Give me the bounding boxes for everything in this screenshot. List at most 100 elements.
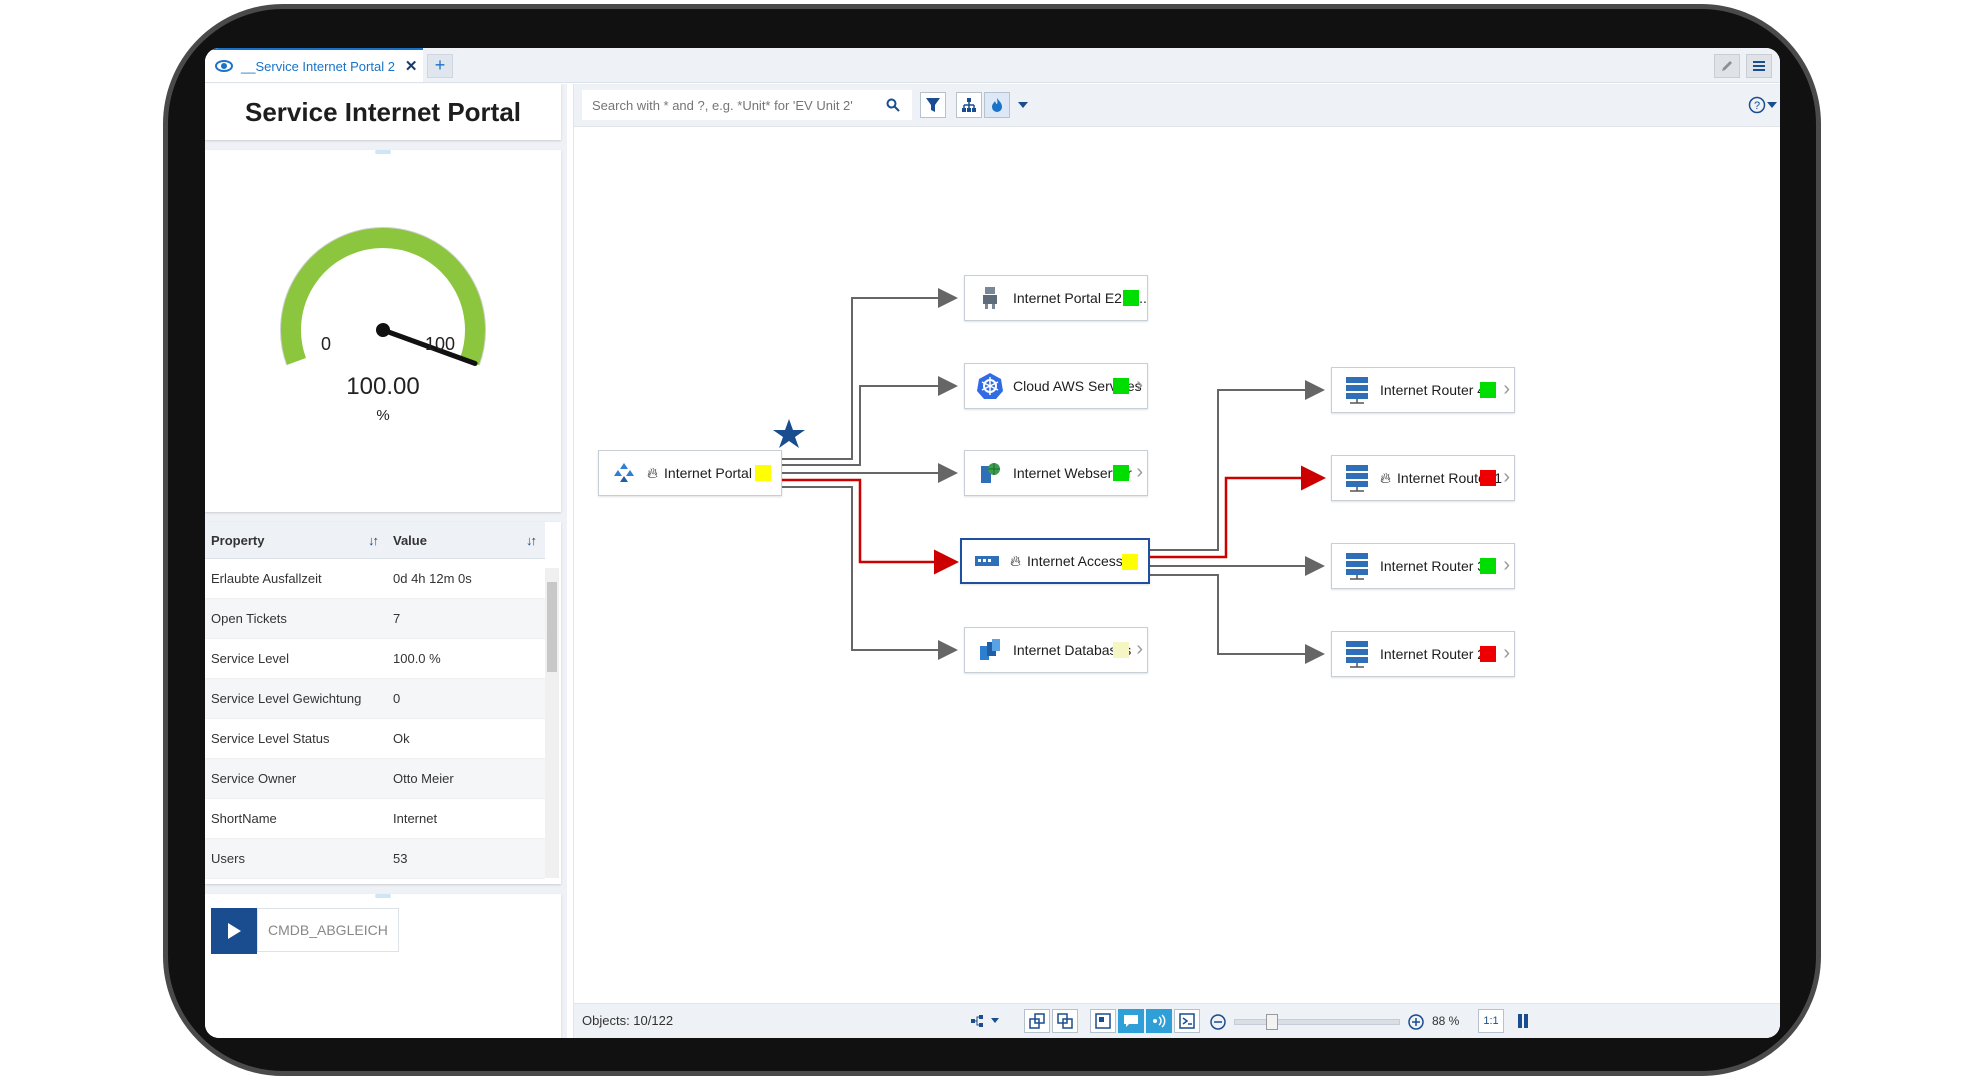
chevron-right-icon[interactable]: ›: [1503, 554, 1510, 577]
link-portal-aws: [781, 376, 958, 466]
gauge-card: 0 100 100.00 %: [205, 150, 561, 512]
link-portal-access: [781, 478, 959, 575]
properties-table: Property ↓↑ Value ↓↑ Erlaubte Ausfallzeit 0…: [205, 522, 545, 879]
pencil-icon: [1722, 61, 1732, 71]
status-indicator: [1123, 290, 1139, 306]
objects-count: Objects: 10/122: [582, 1013, 674, 1028]
layout-button[interactable]: [966, 1009, 1006, 1033]
status-indicator: [1113, 378, 1129, 394]
sort-icon[interactable]: ↓↑: [368, 533, 379, 548]
table-row[interactable]: Erlaubte Ausfallzeit 0d 4h 12m 0s: [205, 558, 545, 599]
compare-icon: [1179, 1013, 1195, 1029]
frame-button[interactable]: [1090, 1009, 1116, 1033]
column-header-property[interactable]: Property ↓↑: [205, 522, 387, 559]
node-cloud-aws-services[interactable]: Cloud AWS Services ›: [964, 363, 1148, 409]
compare-button[interactable]: [1174, 1009, 1200, 1033]
gauge-max-label: 100: [425, 334, 455, 354]
node-internet-router-4[interactable]: Internet Router 4 ›: [1331, 367, 1515, 413]
zoom-slider-thumb[interactable]: [1266, 1014, 1279, 1030]
edit-button[interactable]: [1714, 54, 1740, 78]
server-rack-icon: [1342, 375, 1372, 405]
node-internet-router-3[interactable]: Internet Router 3 ›: [1331, 543, 1515, 589]
chevron-right-icon[interactable]: ›: [1503, 642, 1510, 665]
server-rack-icon: [1342, 639, 1372, 669]
zoom-out-icon[interactable]: [1210, 1014, 1226, 1030]
comments-button[interactable]: [1118, 1009, 1144, 1033]
menu-button[interactable]: [1746, 54, 1772, 78]
node-internet-databases[interactable]: Internet Databases ›: [964, 627, 1148, 673]
tab-bar: __Service Internet Portal 2 ✕ +: [205, 48, 1780, 83]
zoom-level: 88 %: [1432, 1014, 1460, 1028]
network-switch-icon: [972, 546, 1002, 576]
flame-icon: 🔥︎: [1010, 552, 1022, 570]
table-row[interactable]: Service Owner Otto Meier: [205, 758, 545, 799]
close-icon[interactable]: ✕: [405, 57, 418, 75]
signal-icon: [1153, 1014, 1166, 1028]
action-card: CMDB_ABGLEICH: [205, 894, 561, 1038]
status-indicator: [1480, 382, 1496, 398]
play-icon: [228, 923, 241, 939]
node-internet-router-1[interactable]: 🔥︎ Internet Router 1 ›: [1331, 455, 1515, 501]
resize-handle[interactable]: [375, 894, 391, 898]
node-label: Internet Router 3: [1380, 558, 1486, 574]
chevron-right-icon[interactable]: ›: [1136, 638, 1143, 661]
tab-service-internet-portal[interactable]: __Service Internet Portal 2 ✕: [205, 48, 423, 82]
pause-button[interactable]: [1510, 1009, 1536, 1033]
zoom-fit-button[interactable]: 1:1: [1478, 1009, 1504, 1033]
zoom-slider[interactable]: [1234, 1014, 1400, 1030]
chevron-right-icon[interactable]: ›: [1503, 378, 1510, 401]
tab-label: __Service Internet Portal 2: [241, 58, 395, 74]
tree-layout-icon: [971, 1015, 999, 1027]
robot-icon: [975, 283, 1005, 313]
column-header-value[interactable]: Value ↓↑: [387, 522, 545, 559]
status-bar: Objects: 10/122 88 % 1:1: [574, 1003, 1780, 1038]
node-internet-router-2[interactable]: Internet Router 2 ›: [1331, 631, 1515, 677]
link-portal-e2e: [781, 288, 958, 460]
status-indicator: [1480, 470, 1496, 486]
resize-handle[interactable]: [375, 150, 391, 154]
topology-links: [773, 288, 1326, 664]
collapse-button[interactable]: [1052, 1009, 1078, 1033]
chevron-right-icon[interactable]: ›: [1136, 461, 1143, 484]
flame-icon: 🔥︎: [1380, 469, 1392, 487]
node-label: Internet Router 4: [1380, 382, 1486, 398]
chevron-right-icon[interactable]: ›: [1503, 466, 1510, 489]
run-action-button[interactable]: [211, 908, 257, 954]
gauge-value-text: 100.00: [346, 373, 419, 400]
node-internet-webserver[interactable]: Internet Webserver ›: [964, 450, 1148, 496]
node-label: Internet Portal: [664, 465, 752, 481]
collapse-icon: [1057, 1013, 1073, 1029]
kubernetes-icon: [975, 371, 1005, 401]
link-access-router1: [1149, 465, 1326, 559]
table-row[interactable]: Service Level Status Ok: [205, 718, 545, 759]
chevron-right-icon[interactable]: ›: [1136, 374, 1143, 397]
gauge-hub: [376, 323, 390, 337]
action-label[interactable]: CMDB_ABGLEICH: [257, 908, 399, 952]
node-internet-portal-e2e[interactable]: Internet Portal E2E ...: [964, 275, 1148, 321]
node-internet-access[interactable]: 🔥︎ Internet Access: [960, 538, 1150, 584]
table-row[interactable]: Open Tickets 7: [205, 598, 545, 639]
status-indicator: [1113, 642, 1129, 658]
scrollbar-thumb[interactable]: [547, 582, 557, 672]
expand-button[interactable]: [1024, 1009, 1050, 1033]
table-row[interactable]: Service Level Gewichtung 0: [205, 678, 545, 719]
hamburger-icon: [1753, 61, 1765, 71]
signal-button[interactable]: [1146, 1009, 1172, 1033]
properties-scrollbar[interactable]: [545, 568, 559, 878]
add-tab-button[interactable]: +: [427, 54, 453, 78]
server-rack-icon: [1342, 551, 1372, 581]
database-icon: [975, 635, 1005, 665]
pause-icon: [1518, 1014, 1528, 1028]
sort-icon[interactable]: ↓↑: [526, 533, 537, 548]
table-row[interactable]: Service Level 100.0 %: [205, 638, 545, 679]
table-row[interactable]: Users 53: [205, 838, 545, 879]
service-level-gauge: 0 100 100.00 %: [280, 227, 486, 424]
table-row[interactable]: ShortName Internet: [205, 798, 545, 839]
flame-icon: 🔥︎: [647, 464, 659, 482]
zoom-in-icon[interactable]: [1408, 1014, 1424, 1030]
favorite-star-icon: [773, 419, 805, 448]
properties-card: Property ↓↑ Value ↓↑ Erlaubte Ausfallzeit 0…: [205, 522, 561, 884]
link-access-router2: [1149, 574, 1325, 664]
node-internet-portal[interactable]: 🔥︎ Internet Portal: [598, 450, 782, 496]
status-indicator: [1480, 646, 1496, 662]
